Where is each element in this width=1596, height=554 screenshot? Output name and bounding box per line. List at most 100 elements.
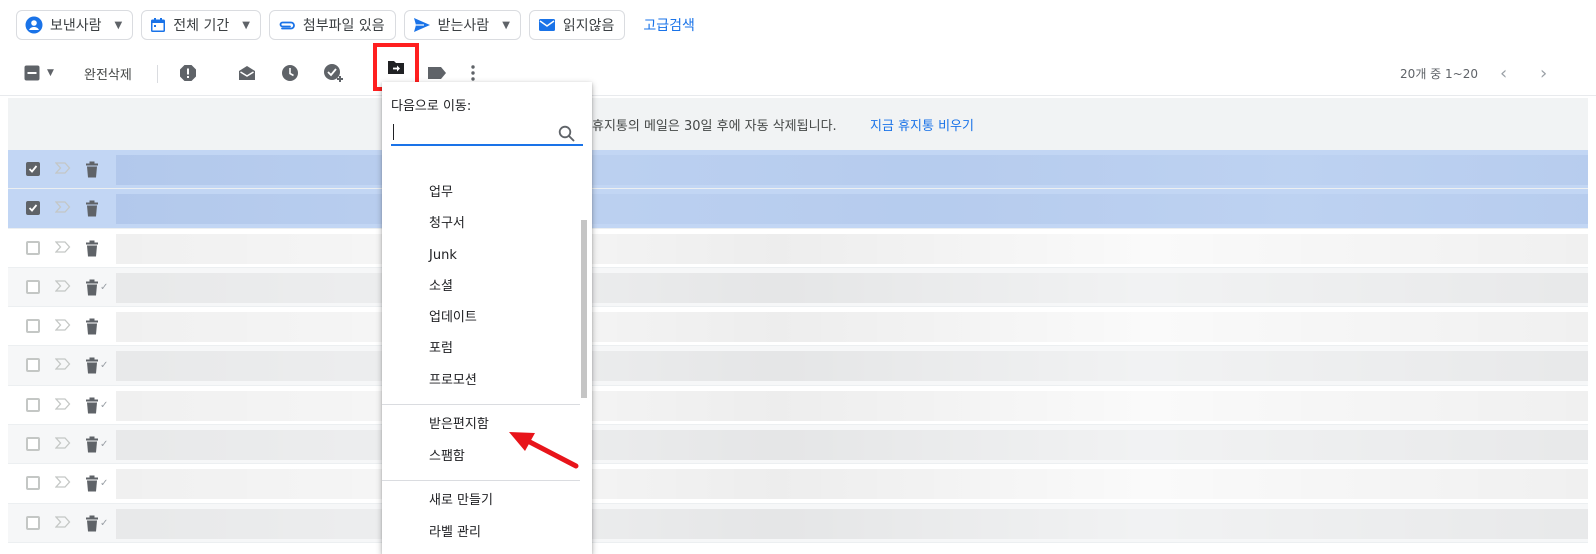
menu-item-clipped: ▔ ▔ xyxy=(429,156,454,166)
menu-item-inbox[interactable]: 받은편지함 xyxy=(429,415,489,435)
trash-icon[interactable] xyxy=(85,515,99,532)
menu-item-bills[interactable]: 청구서 xyxy=(429,214,465,234)
chevron-left-icon: ‹ xyxy=(1500,62,1508,84)
table-row[interactable] xyxy=(8,189,1588,229)
add-to-tasks-button[interactable] xyxy=(323,55,345,91)
search-icon xyxy=(558,125,575,142)
table-row[interactable]: ✓ xyxy=(8,267,1588,308)
redacted-mail-content xyxy=(116,272,1588,303)
trash-icon[interactable] xyxy=(85,240,99,257)
row-checkbox[interactable] xyxy=(26,437,40,452)
trash-icon[interactable] xyxy=(85,318,99,335)
important-marker-icon[interactable] xyxy=(55,162,71,174)
row-checkbox[interactable] xyxy=(26,162,40,176)
menu-item-updates[interactable]: 업데이트 xyxy=(429,308,477,328)
menu-item-promotions[interactable]: 프로모션 xyxy=(429,371,477,391)
recipient-filter-chip[interactable]: 받는사람 ▼ xyxy=(403,10,521,40)
attachment-filter-chip[interactable]: 첨부파일 있음 xyxy=(268,10,396,40)
trash-icon[interactable] xyxy=(85,475,99,492)
menu-divider xyxy=(382,404,580,405)
important-marker-icon[interactable] xyxy=(55,319,71,331)
row-checkbox[interactable] xyxy=(26,319,40,334)
select-all-checkbox[interactable] xyxy=(24,55,40,91)
advanced-search-link[interactable]: 고급검색 xyxy=(643,15,695,35)
mail-icon xyxy=(538,19,555,31)
menu-item-forums[interactable]: 포럼 xyxy=(429,339,453,359)
row-checkbox[interactable] xyxy=(26,240,40,255)
row-checkbox[interactable] xyxy=(26,358,40,373)
unread-filter-chip[interactable]: 읽지않음 xyxy=(528,10,626,40)
important-marker-icon[interactable] xyxy=(55,516,71,528)
table-row[interactable]: ✓ xyxy=(8,386,1588,426)
text-cursor xyxy=(393,124,394,140)
table-row[interactable] xyxy=(8,150,1588,190)
recipient-filter-label: 받는사람 xyxy=(437,18,490,34)
chevron-down-icon: ▼ xyxy=(47,68,54,78)
menu-item-social[interactable]: 소셜 xyxy=(429,277,453,297)
report-spam-button[interactable] xyxy=(179,55,197,91)
redacted-mail-content xyxy=(116,430,1588,461)
menu-item-create-new[interactable]: 새로 만들기 xyxy=(429,491,493,511)
empty-trash-link[interactable]: 지금 휴지통 비우기 xyxy=(870,115,974,134)
table-row[interactable]: ✓ xyxy=(8,503,1588,543)
mark-unread-icon xyxy=(239,66,255,80)
row-checkbox[interactable] xyxy=(26,279,40,294)
mark-unread-button[interactable] xyxy=(237,55,257,91)
trash-icon[interactable] xyxy=(85,397,99,414)
read-check-icon: ✓ xyxy=(100,281,109,293)
select-options-dropdown[interactable]: ▼ xyxy=(47,55,54,91)
menu-item-spam[interactable]: 스팸함 xyxy=(429,447,465,467)
read-check-icon: ✓ xyxy=(100,517,109,529)
period-filter-chip[interactable]: 전체 기간 ▼ xyxy=(141,10,261,40)
menu-scrollbar[interactable] xyxy=(581,220,587,398)
older-page-button[interactable]: › xyxy=(1540,55,1547,91)
redacted-mail-content xyxy=(116,194,1588,225)
trash-icon[interactable] xyxy=(85,161,99,178)
trash-icon[interactable] xyxy=(85,279,99,296)
important-marker-icon[interactable] xyxy=(55,476,71,489)
table-row[interactable] xyxy=(8,307,1588,347)
redacted-mail-content xyxy=(116,469,1588,500)
move-to-menu-title: 다음으로 이동: xyxy=(391,99,472,114)
redacted-mail-content xyxy=(116,508,1588,539)
row-checkbox[interactable] xyxy=(26,397,40,412)
newer-page-button[interactable]: ‹ xyxy=(1500,55,1507,91)
menu-item-work[interactable]: 업무 xyxy=(429,183,453,203)
trash-icon[interactable] xyxy=(85,200,99,217)
row-checkbox[interactable] xyxy=(26,476,40,491)
menu-item-manage-labels[interactable]: 라벨 관리 xyxy=(429,523,481,543)
menu-divider xyxy=(382,480,580,481)
trash-icon[interactable] xyxy=(85,436,99,453)
chevron-right-icon: › xyxy=(1540,62,1548,84)
redacted-mail-content xyxy=(116,155,1588,185)
important-marker-icon[interactable] xyxy=(55,240,71,253)
calendar-icon xyxy=(151,18,166,32)
chevron-down-icon: ▼ xyxy=(114,19,123,31)
person-icon xyxy=(25,16,43,34)
snooze-button[interactable] xyxy=(281,55,299,91)
table-row[interactable]: ✓ xyxy=(8,464,1588,504)
important-marker-icon[interactable] xyxy=(55,201,71,213)
chevron-down-icon: ▼ xyxy=(242,19,250,31)
important-marker-icon[interactable] xyxy=(55,437,71,449)
row-checkbox[interactable] xyxy=(26,515,40,530)
important-marker-icon[interactable] xyxy=(55,280,71,292)
trash-notice-banner: 휴지통의 메일은 30일 후에 자동 삭제됩니다. 지금 휴지통 비우기 xyxy=(8,98,1588,150)
move-to-search-input[interactable] xyxy=(391,120,583,146)
table-row[interactable] xyxy=(8,229,1588,268)
search-filter-chips: 보낸사람 ▼ 전체 기간 ▼ 첨부파일 있음 받는사람 ▼ 읽지않음 고급검색 xyxy=(16,9,695,41)
pagination-label: 20개 중 1~20 xyxy=(1400,66,1478,81)
paperclip-icon xyxy=(279,21,295,30)
row-checkbox[interactable] xyxy=(26,201,40,216)
important-marker-icon[interactable] xyxy=(55,398,71,410)
important-marker-icon[interactable] xyxy=(55,358,71,371)
toolbar-bottom-divider xyxy=(0,95,1596,96)
sender-filter-chip[interactable]: 보낸사람 ▼ xyxy=(16,10,134,40)
table-row[interactable]: ✓ xyxy=(8,346,1588,386)
table-row[interactable]: ✓ xyxy=(8,425,1588,465)
menu-item-junk[interactable]: Junk xyxy=(429,246,457,266)
delete-forever-button[interactable]: 완전삭제 xyxy=(84,55,132,91)
trash-notice-text: 휴지통의 메일은 30일 후에 자동 삭제됩니다. xyxy=(592,118,837,134)
unread-filter-label: 읽지않음 xyxy=(562,18,615,34)
trash-icon[interactable] xyxy=(85,357,99,374)
